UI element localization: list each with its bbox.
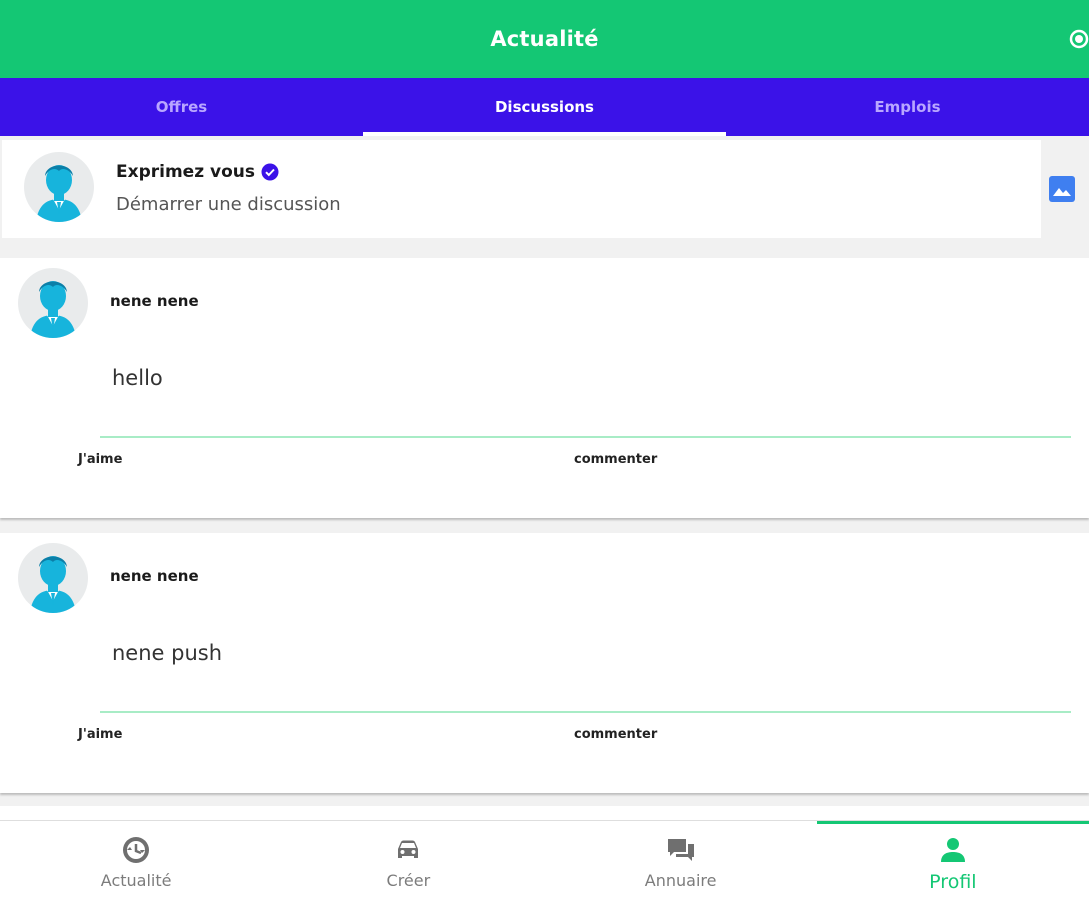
- post-author[interactable]: nene nene: [110, 567, 199, 585]
- page-title: Actualité: [490, 27, 599, 51]
- discussion-composer[interactable]: Exprimez vous Démarrer une discussion: [2, 140, 1041, 238]
- location-target-icon[interactable]: [1067, 27, 1089, 51]
- like-button[interactable]: J'aime: [78, 727, 122, 742]
- nav-label: Actualité: [100, 871, 172, 890]
- avatar: [18, 543, 88, 613]
- composer-heading: Exprimez vous: [116, 162, 279, 182]
- image-upload-icon[interactable]: [1047, 174, 1077, 204]
- car-icon: [398, 840, 419, 858]
- tab-label: Offres: [155, 98, 208, 116]
- post-divider: [100, 711, 1071, 713]
- post-author[interactable]: nene nene: [110, 292, 199, 310]
- active-tab-indicator: [363, 132, 726, 136]
- avatar: [18, 268, 88, 338]
- post-card: nene nene nene push J'aime commenter: [0, 533, 1089, 793]
- tab-bar: Offres Discussions Emplois: [0, 78, 1089, 136]
- app-header: Actualité: [0, 0, 1089, 78]
- nav-item-creer[interactable]: Créer: [272, 821, 544, 901]
- like-button[interactable]: J'aime: [78, 452, 122, 467]
- comment-button[interactable]: commenter: [574, 727, 657, 742]
- nav-label: Annuaire: [644, 871, 717, 890]
- post-card: nene nene hello J'aime commenter: [0, 258, 1089, 518]
- avatar: [24, 152, 94, 222]
- user-avatar-icon: [36, 165, 82, 222]
- nav-item-annuaire[interactable]: Annuaire: [545, 821, 817, 901]
- person-icon: [940, 838, 965, 862]
- tab-label: Discussions: [494, 98, 594, 116]
- composer-prompt[interactable]: Démarrer une discussion: [116, 194, 341, 215]
- composer-heading-text: Exprimez vous: [116, 162, 255, 182]
- nav-item-profil[interactable]: Profil: [816, 821, 1089, 901]
- nav-label: Profil: [929, 871, 977, 893]
- tab-offres[interactable]: Offres: [0, 78, 363, 136]
- chat-bubbles-icon: [667, 839, 694, 861]
- user-avatar-icon: [30, 556, 76, 613]
- comment-button[interactable]: commenter: [574, 452, 657, 467]
- tab-discussions[interactable]: Discussions: [363, 78, 726, 136]
- news-icon: [123, 837, 150, 863]
- active-nav-indicator: [816, 821, 1089, 824]
- tab-label: Emplois: [874, 98, 941, 116]
- nav-item-actualite[interactable]: Actualité: [0, 821, 272, 901]
- bottom-navigation: Actualité Créer Annuaire Profil: [0, 820, 1089, 901]
- verified-badge-icon: [261, 163, 279, 181]
- user-avatar-icon: [30, 281, 76, 338]
- tab-emplois[interactable]: Emplois: [726, 78, 1089, 136]
- post-divider: [100, 436, 1071, 438]
- nav-label: Créer: [386, 871, 431, 890]
- post-body: hello: [112, 366, 163, 390]
- post-body: nene push: [112, 641, 223, 665]
